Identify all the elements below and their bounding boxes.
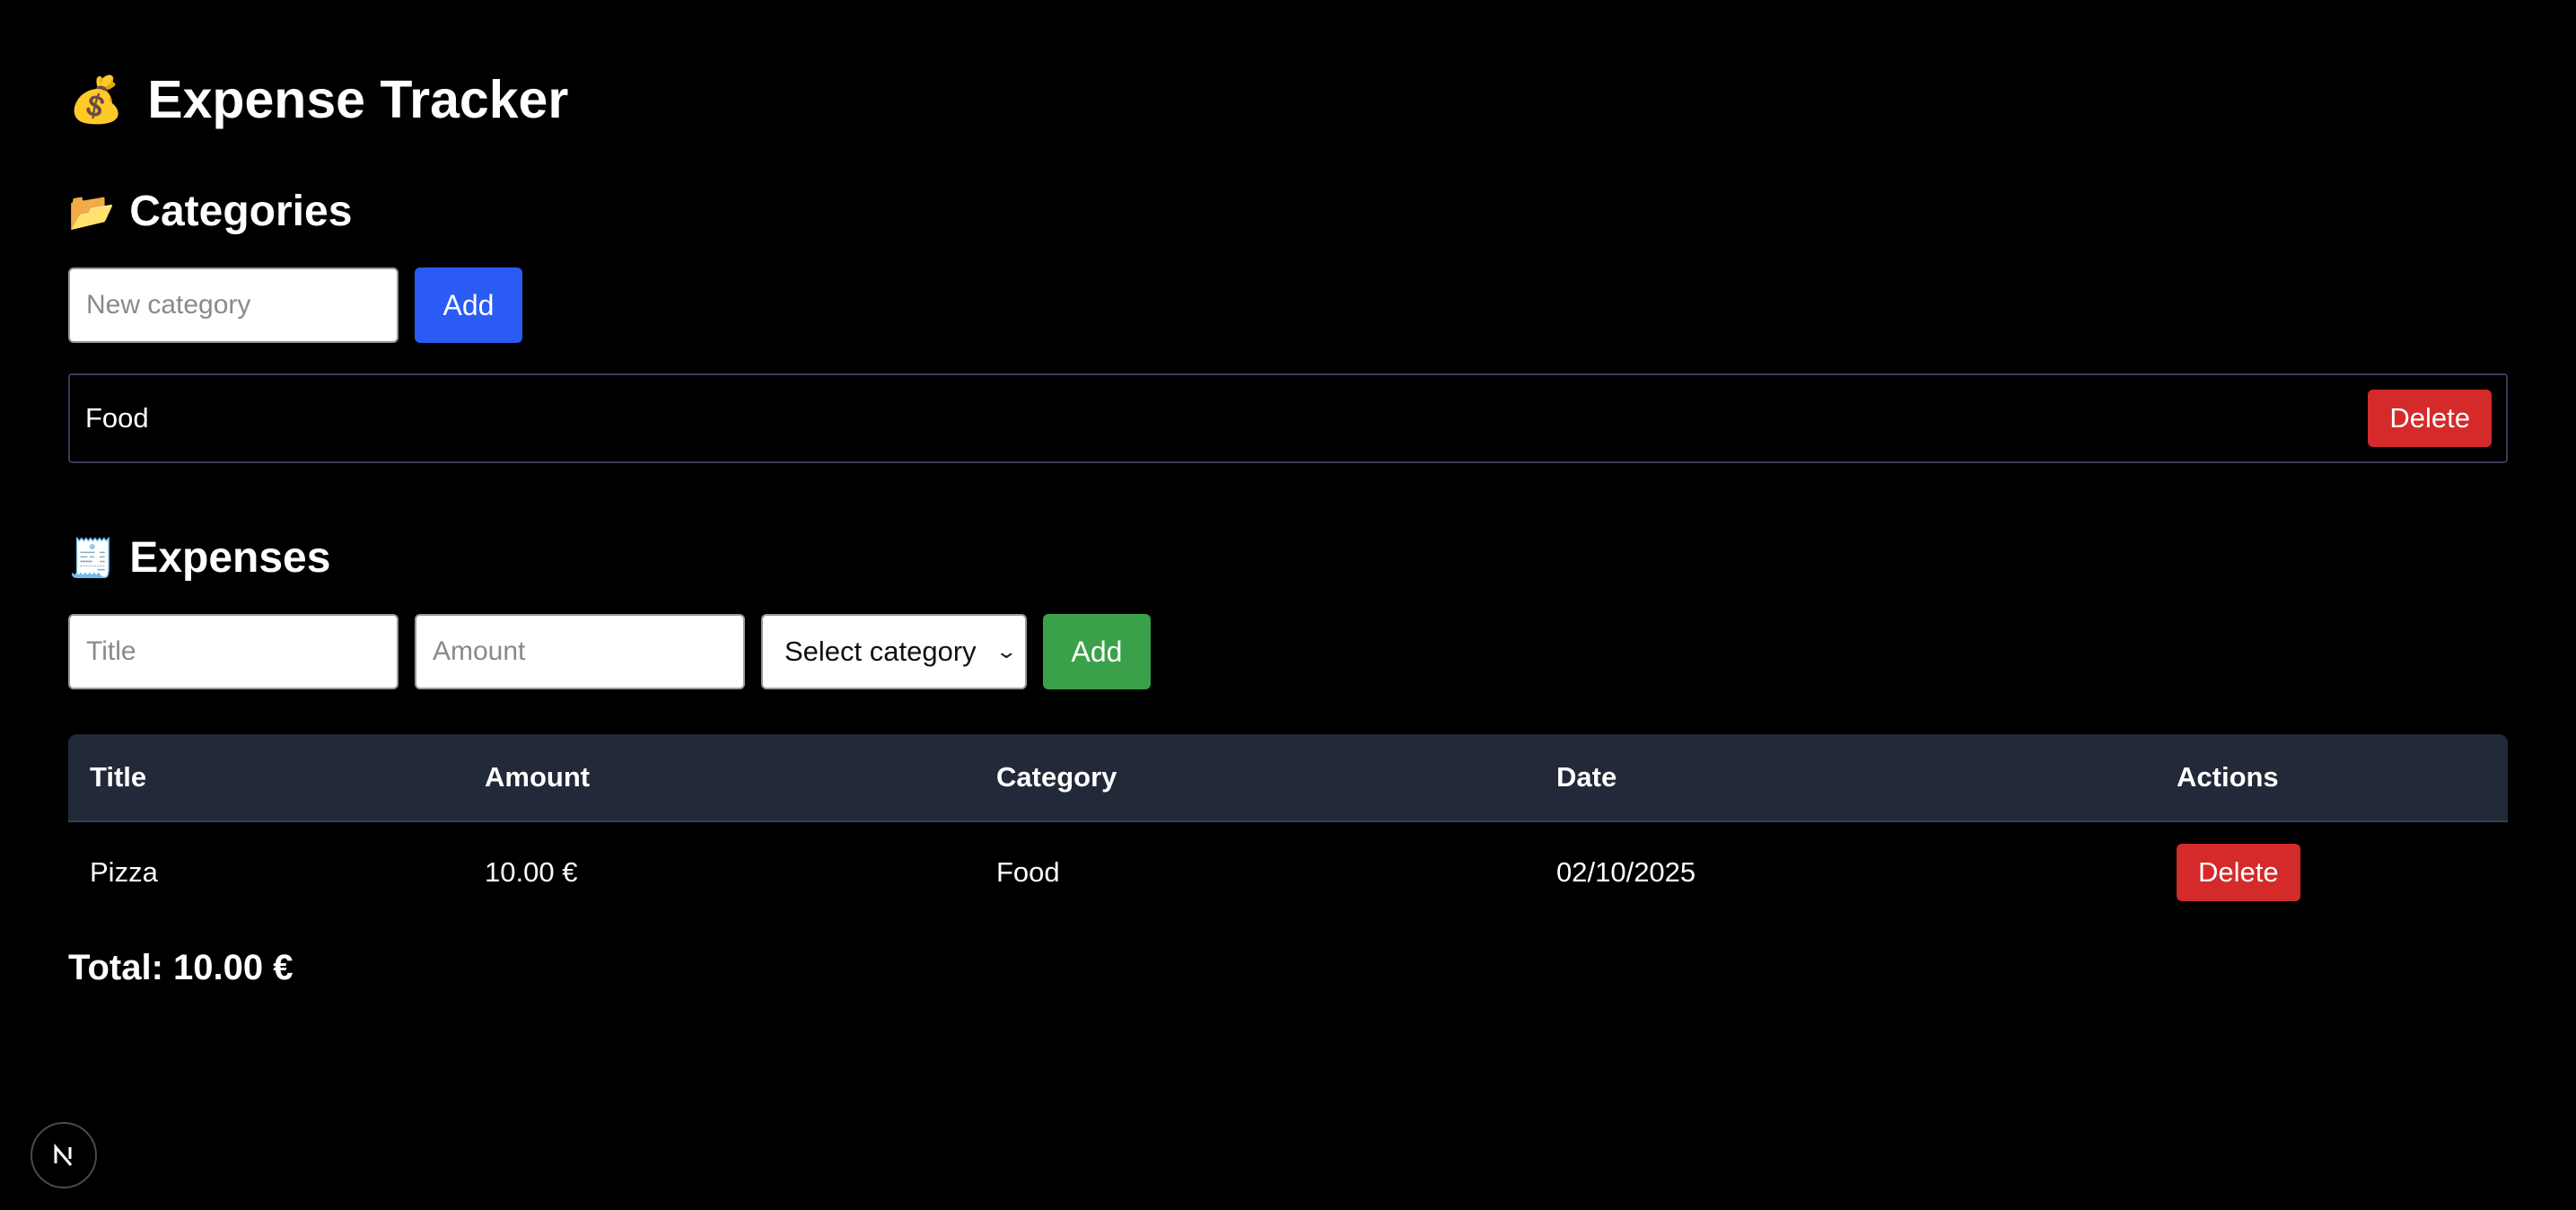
nextjs-dev-badge[interactable] (31, 1122, 97, 1188)
expense-amount-input[interactable] (415, 614, 745, 689)
expense-form: Select category ⌄ Add (68, 614, 2508, 689)
category-select-value: Select category (784, 636, 977, 667)
category-item: Food Delete (68, 373, 2508, 463)
new-category-input[interactable] (68, 267, 399, 343)
expenses-heading: 🧾 Expenses (68, 537, 2508, 580)
folder-icon: 📂 (68, 190, 116, 232)
category-select[interactable]: Select category ⌄ (761, 614, 1027, 689)
expenses-heading-text: Expenses (129, 534, 331, 582)
category-list: Food Delete (68, 373, 2508, 463)
column-header-date: Date (1535, 734, 2155, 822)
chevron-down-icon: ⌄ (994, 640, 1018, 662)
expense-title-cell: Pizza (90, 856, 158, 888)
category-item-name: Food (85, 402, 149, 434)
page-title: 💰 Expense Tracker (68, 0, 2508, 135)
expense-actions-cell: Delete (2155, 821, 2508, 923)
delete-category-button[interactable]: Delete (2368, 390, 2492, 447)
add-category-button[interactable]: Add (415, 267, 522, 343)
categories-heading-text: Categories (129, 188, 353, 235)
delete-expense-button[interactable]: Delete (2177, 844, 2300, 901)
expense-amount-cell: 10.00 € (485, 856, 578, 888)
categories-heading: 📂 Categories (68, 190, 2508, 233)
category-form: Add (68, 267, 2508, 343)
expenses-total: Total: 10.00 € (68, 948, 294, 987)
expense-date-cell: 02/10/2025 (1556, 856, 1696, 888)
column-header-amount: Amount (463, 734, 975, 822)
column-header-title: Title (68, 734, 463, 822)
money-bag-icon: 💰 (68, 75, 125, 125)
receipt-icon: 🧾 (68, 537, 116, 579)
column-header-category: Category (975, 734, 1535, 822)
table-row: Pizza 10.00 € Food 02/10/2025 Delete (68, 821, 2508, 923)
expense-category-cell: Food (996, 856, 1060, 888)
add-expense-button[interactable]: Add (1043, 614, 1151, 689)
nextjs-logo-icon (54, 1143, 73, 1166)
table-header-row: Title Amount Category Date Actions (68, 734, 2508, 822)
expense-tracker-page: 💰 Expense Tracker 📂 Categories Add Food … (0, 0, 2576, 1210)
expenses-table: Title Amount Category Date Actions Pizza… (68, 734, 2508, 923)
column-header-actions: Actions (2155, 734, 2508, 822)
page-title-text: Expense Tracker (147, 69, 569, 129)
expense-title-input[interactable] (68, 614, 399, 689)
